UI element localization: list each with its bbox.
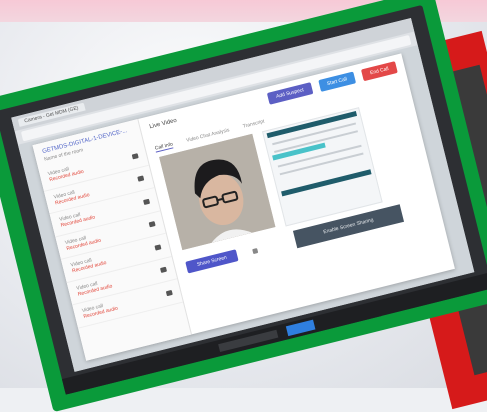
camera-icon — [160, 267, 168, 274]
camera-icon — [143, 198, 151, 205]
stat-bar — [281, 169, 372, 197]
mic-icon[interactable] — [252, 248, 259, 255]
camera-icon — [131, 153, 139, 160]
camera-icon — [137, 175, 145, 183]
right-title: Live Video — [148, 117, 178, 131]
camera-icon — [165, 289, 173, 297]
stats-panel — [261, 107, 383, 227]
video-feed — [159, 133, 276, 251]
camera-icon — [154, 244, 162, 251]
add-suspect-button[interactable]: Add Suspect — [267, 82, 313, 105]
tab-call-info[interactable]: Call Info — [154, 141, 174, 153]
camera-icon — [148, 221, 156, 228]
share-screen-button[interactable]: Share Screen — [185, 249, 239, 274]
start-call-button[interactable]: Start Call — [317, 71, 357, 92]
person-video-image — [159, 133, 276, 251]
end-call-button[interactable]: End Call — [361, 61, 398, 82]
tab-transcript[interactable]: Transcript — [242, 119, 265, 131]
